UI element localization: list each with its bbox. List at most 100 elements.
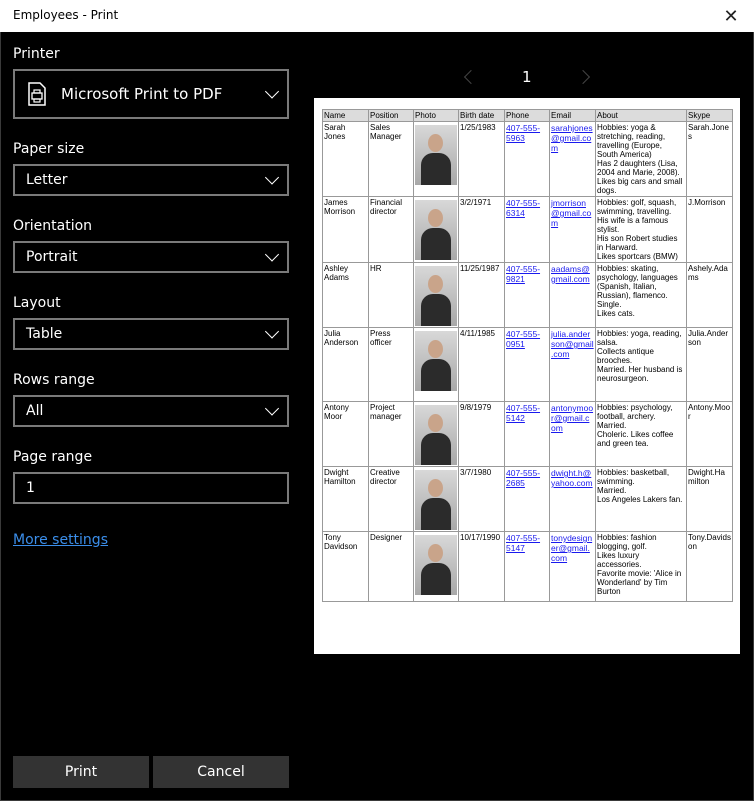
chevron-down-icon	[264, 247, 280, 262]
cell-photo	[413, 401, 459, 467]
cell-skype: Dwight.Hamilton	[686, 466, 733, 532]
email-link[interactable]: dwight.h@yahoo.com	[551, 468, 593, 488]
employee-photo	[415, 200, 457, 260]
cell-birth: 1/25/1983	[458, 121, 505, 197]
cell-email: antonymoor@gmail.com	[549, 401, 596, 467]
cell-birth: 3/7/1980	[458, 466, 505, 532]
cell-photo	[413, 466, 459, 532]
employee-photo	[415, 331, 457, 391]
more-settings-link[interactable]: More settings	[13, 532, 108, 548]
cell-name: Sarah Jones	[322, 121, 369, 197]
table-header-row: Name Position Photo Birth date Phone Email Abo…	[322, 109, 733, 122]
print-preview-page: Name Position Photo Birth date Phone Email Abo…	[314, 98, 740, 654]
cell-photo	[413, 327, 459, 402]
column-header: Phone	[504, 109, 550, 122]
table-row: Julia Anderson Press officer 4/11/1985 407-…	[322, 327, 733, 402]
column-header: Name	[322, 109, 369, 122]
orientation-value: Portrait	[26, 249, 78, 265]
orientation-label: Orientation	[13, 218, 93, 234]
layout-value: Table	[26, 326, 63, 342]
employee-photo	[415, 266, 457, 326]
cell-about: Hobbies: golf, squash, swimming, travell…	[595, 196, 687, 263]
cell-name: Tony Davidson	[322, 531, 369, 602]
cell-birth: 3/2/1971	[458, 196, 505, 263]
cell-name: Ashley Adams	[322, 262, 369, 328]
phone-link[interactable]: 407-555-9821	[506, 264, 540, 284]
employee-photo	[415, 535, 457, 595]
cell-about: Hobbies: psychology, football, archery. …	[595, 401, 687, 467]
printer-select[interactable]: Microsoft Print to PDF	[13, 69, 289, 119]
phone-link[interactable]: 407-555-5142	[506, 403, 540, 423]
cancel-button[interactable]: Cancel	[153, 756, 289, 788]
rows-range-select[interactable]: All	[13, 395, 289, 427]
print-button[interactable]: Print	[13, 756, 149, 788]
cell-birth: 9/8/1979	[458, 401, 505, 467]
employee-photo	[415, 405, 457, 465]
layout-select[interactable]: Table	[13, 318, 289, 350]
rows-range-value: All	[26, 403, 44, 419]
phone-link[interactable]: 407-555-2685	[506, 468, 540, 488]
cell-phone: 407-555-6314	[504, 196, 550, 263]
chevron-down-icon	[264, 324, 280, 339]
cell-email: julia.anderson@gmail.com	[549, 327, 596, 402]
paper-size-value: Letter	[26, 172, 68, 188]
cell-position: Financial director	[368, 196, 414, 263]
page-range-label: Page range	[13, 449, 93, 465]
cell-phone: 407-555-5963	[504, 121, 550, 197]
cell-phone: 407-555-5142	[504, 401, 550, 467]
phone-link[interactable]: 407-555-0951	[506, 329, 540, 349]
cell-photo	[413, 196, 459, 263]
email-link[interactable]: tonydesigner@gmail.com	[551, 533, 592, 563]
cell-email: jmorrison@gmail.com	[549, 196, 596, 263]
paper-size-label: Paper size	[13, 141, 85, 157]
cell-position: Creative director	[368, 466, 414, 532]
cell-about: Hobbies: yoga, reading, salsa. Collects …	[595, 327, 687, 402]
cell-phone: 407-555-0951	[504, 327, 550, 402]
employee-photo	[415, 125, 457, 185]
employee-photo	[415, 470, 457, 530]
email-link[interactable]: antonymoor@gmail.com	[551, 403, 593, 433]
cell-skype: Antony.Moor	[686, 401, 733, 467]
close-icon[interactable]: ✕	[708, 0, 754, 32]
printer-label: Printer	[13, 46, 60, 62]
cell-name: James Morrison	[322, 196, 369, 263]
rows-range-label: Rows range	[13, 372, 95, 388]
cell-skype: Julia.Anderson	[686, 327, 733, 402]
printer-value: Microsoft Print to PDF	[61, 85, 223, 103]
cell-about: Hobbies: fashion blogging, golf. Likes l…	[595, 531, 687, 602]
cell-photo	[413, 531, 459, 602]
table-row: James Morrison Financial director 3/2/1971…	[322, 196, 733, 263]
cell-phone: 407-555-2685	[504, 466, 550, 532]
column-header: Email	[549, 109, 596, 122]
cell-birth: 11/25/1987	[458, 262, 505, 328]
chevron-right-icon[interactable]	[575, 69, 591, 85]
employees-table: Name Position Photo Birth date Phone Email Abo…	[322, 109, 733, 602]
cell-photo	[413, 262, 459, 328]
cell-skype: Ashely.Adams	[686, 262, 733, 328]
orientation-select[interactable]: Portrait	[13, 241, 289, 273]
email-link[interactable]: jmorrison@gmail.com	[551, 198, 591, 228]
cell-skype: Tony.Davidson	[686, 531, 733, 602]
table-row: Antony Moor Project manager 9/8/1979 407-55…	[322, 401, 733, 467]
email-link[interactable]: aadams@gmail.com	[551, 264, 590, 284]
cell-email: sarahjones@gmail.com	[549, 121, 596, 197]
cell-name: Dwight Hamilton	[322, 466, 369, 532]
phone-link[interactable]: 407-555-5147	[506, 533, 540, 553]
chevron-down-icon	[264, 170, 280, 185]
cell-email: tonydesigner@gmail.com	[549, 531, 596, 602]
window-title: Employees - Print	[13, 8, 119, 22]
cell-position: Sales Manager	[368, 121, 414, 197]
phone-link[interactable]: 407-555-6314	[506, 198, 540, 218]
title-bar: Employees - Print ✕	[0, 0, 754, 32]
page-range-input[interactable]: 1	[13, 472, 289, 504]
chevron-left-icon[interactable]	[463, 69, 479, 85]
email-link[interactable]: sarahjones@gmail.com	[551, 123, 593, 153]
table-row: Sarah Jones Sales Manager 1/25/1983 407-555…	[322, 121, 733, 197]
paper-size-select[interactable]: Letter	[13, 164, 289, 196]
column-header: Position	[368, 109, 414, 122]
phone-link[interactable]: 407-555-5963	[506, 123, 540, 143]
email-link[interactable]: julia.anderson@gmail.com	[551, 329, 594, 359]
cell-email: dwight.h@yahoo.com	[549, 466, 596, 532]
column-header: Skype	[686, 109, 733, 122]
column-header: Photo	[413, 109, 459, 122]
